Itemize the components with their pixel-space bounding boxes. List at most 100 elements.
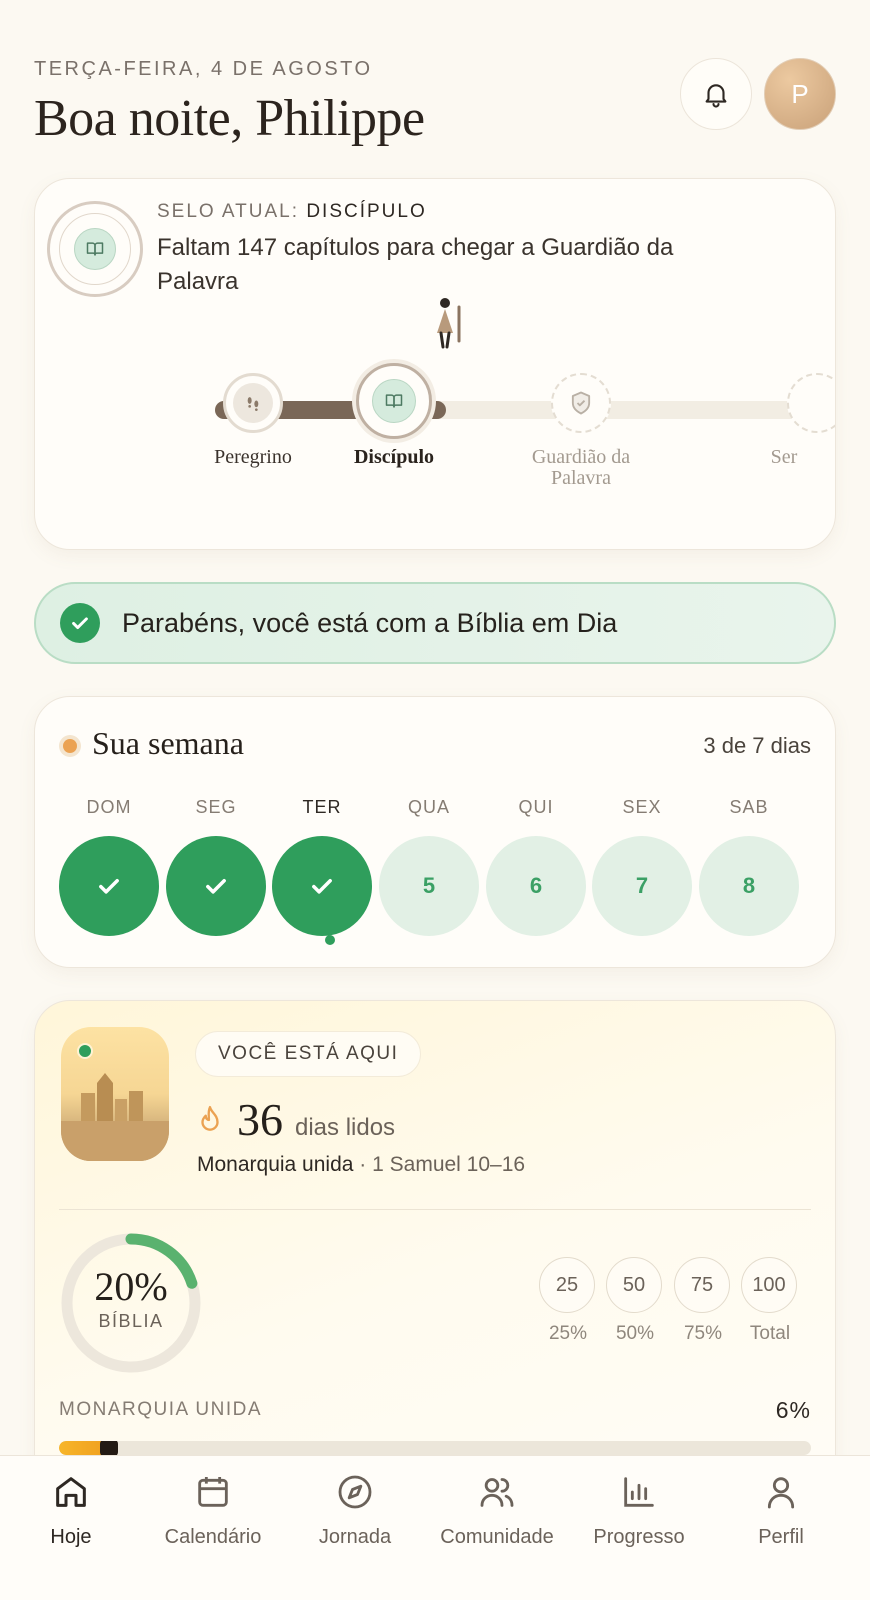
day-dom[interactable]: DOM (59, 797, 159, 936)
notifications-button[interactable] (680, 58, 752, 130)
milestone-label-ser: Ser (770, 446, 798, 468)
day-label: QUA (407, 797, 450, 817)
day-label: QUI (518, 797, 554, 817)
congrats-text: Parabéns, você está com a Bíblia em Dia (122, 607, 618, 638)
period-name: Monarquia unida (197, 1153, 354, 1176)
day-label: DOM (86, 797, 132, 817)
milestone-guardiao[interactable] (551, 373, 611, 433)
milestone-label-discipulo: Discípulo (353, 446, 435, 468)
day-circle-pending[interactable]: 8 (699, 836, 799, 936)
nav-item-comunidade[interactable]: Comunidade (422, 1472, 572, 1549)
flame-icon (201, 1105, 219, 1131)
divider (59, 1209, 811, 1210)
milestone-label-guardiao: Guardião da Palavra (531, 446, 631, 489)
footprints-icon (247, 397, 259, 411)
milestone-discipulo[interactable] (356, 363, 432, 439)
current-seal-badge (47, 201, 143, 297)
user-icon (767, 1477, 795, 1509)
nav-label: Progresso (593, 1526, 685, 1548)
day-seg[interactable]: SEG (166, 797, 266, 936)
bible-label: BÍBLIA (98, 1311, 164, 1331)
seal-progress-track (215, 401, 835, 423)
milestone-label-peregrino: Peregrino (214, 446, 292, 468)
book-icon (385, 394, 403, 408)
milestone-75: 75 75% (674, 1257, 732, 1345)
day-circle-done[interactable] (59, 836, 159, 936)
nav-label: Jornada (318, 1526, 392, 1548)
day-sab[interactable]: SAB 8 (699, 797, 799, 936)
shield-icon (571, 391, 591, 415)
nav-label: Comunidade (440, 1526, 554, 1548)
location-dot-icon (77, 1043, 93, 1059)
you-are-here-badge: VOCÊ ESTÁ AQUI (195, 1031, 422, 1077)
era-percent: 6% (775, 1397, 811, 1423)
day-circle-done[interactable] (272, 836, 372, 936)
milestone-caption: 50% (615, 1323, 655, 1344)
avatar[interactable]: P (764, 58, 836, 130)
nav-item-progresso[interactable]: Progresso (564, 1472, 714, 1549)
milestone-ser[interactable] (787, 373, 835, 433)
check-icon (312, 879, 332, 894)
era-progress-marker (100, 1441, 118, 1455)
day-label: SEG (195, 797, 237, 817)
week-title: Sua semana (92, 725, 244, 761)
seal-label-prefix: SELO ATUAL: (157, 201, 300, 222)
days-read-unit: dias lidos (295, 1114, 396, 1141)
check-icon (206, 879, 226, 894)
era-progress-bar (59, 1441, 811, 1455)
bar-chart-icon (624, 1477, 654, 1507)
pilgrim-figure-icon (437, 298, 461, 349)
day-circle-pending[interactable]: 6 (486, 836, 586, 936)
seal-label: SELO ATUAL: DISCÍPULO (157, 201, 427, 223)
day-qui[interactable]: QUI 6 (486, 797, 586, 936)
bible-percent: 20% (94, 1264, 168, 1309)
header: TERÇA-FEIRA, 4 DE AGOSTO Boa noite, Phil… (34, 58, 836, 168)
day-label: SAB (729, 797, 769, 817)
check-icon (99, 879, 119, 894)
status-dot-icon (59, 735, 81, 757)
day-ter[interactable]: TER (272, 797, 372, 936)
milestone-100: 100 Total (741, 1257, 799, 1345)
milestone-25: 25 25% (539, 1257, 597, 1345)
book-icon (86, 242, 104, 256)
bell-icon (705, 84, 727, 108)
nav-label: Calendário (164, 1526, 262, 1548)
check-circle-icon (60, 603, 100, 643)
era-progress-fill (59, 1441, 104, 1455)
nav-label: Perfil (758, 1526, 804, 1548)
milestone-caption: 75% (683, 1323, 723, 1344)
period-passage: · 1 Samuel 10–16 (359, 1153, 526, 1176)
milestone-value: 100 (741, 1257, 797, 1313)
seal-current-name: DISCÍPULO (306, 201, 427, 222)
milestone-value: 75 (674, 1257, 730, 1313)
current-period: Monarquia unida · 1 Samuel 10–16 (197, 1153, 525, 1177)
era-label: MONARQUIA UNIDA (59, 1399, 263, 1420)
milestone-caption: 25% (548, 1323, 588, 1344)
week-card: Sua semana 3 de 7 dias DOM SEG TER QUA 5… (34, 696, 836, 968)
day-circle-pending[interactable]: 5 (379, 836, 479, 936)
milestone-value: 25 (539, 1257, 595, 1313)
milestone-value: 50 (606, 1257, 662, 1313)
milestone-caption: Total (749, 1323, 791, 1344)
nav-item-jornada[interactable]: Jornada (280, 1472, 430, 1549)
day-circle-done[interactable] (166, 836, 266, 936)
day-label: SEX (622, 797, 662, 817)
seal-card[interactable]: SELO ATUAL: DISCÍPULO Faltam 147 capítul… (34, 178, 836, 550)
nav-item-hoje[interactable]: Hoje (0, 1472, 146, 1549)
users-icon (480, 1478, 514, 1507)
nav-label: Hoje (50, 1526, 92, 1548)
day-qua[interactable]: QUA 5 (379, 797, 479, 936)
week-count: 3 de 7 dias (703, 733, 811, 758)
calendar-icon (198, 1477, 228, 1507)
bible-progress-label: 20% BÍBLIA (57, 1267, 205, 1332)
seal-description: Faltam 147 capítulos para chegar a Guard… (157, 234, 674, 295)
milestone-50: 50 50% (606, 1257, 664, 1345)
nav-item-calendario[interactable]: Calendário (138, 1472, 288, 1549)
day-sex[interactable]: SEX 7 (592, 797, 692, 936)
days-read: 36 dias lidos (197, 1093, 395, 1146)
day-circle-pending[interactable]: 7 (592, 836, 692, 936)
day-label: TER (302, 797, 342, 817)
milestone-peregrino[interactable] (223, 373, 283, 433)
nav-item-perfil[interactable]: Perfil (706, 1472, 856, 1549)
bottom-nav: Hoje Calendário Jornada Comunidade Progr… (0, 1455, 870, 1600)
